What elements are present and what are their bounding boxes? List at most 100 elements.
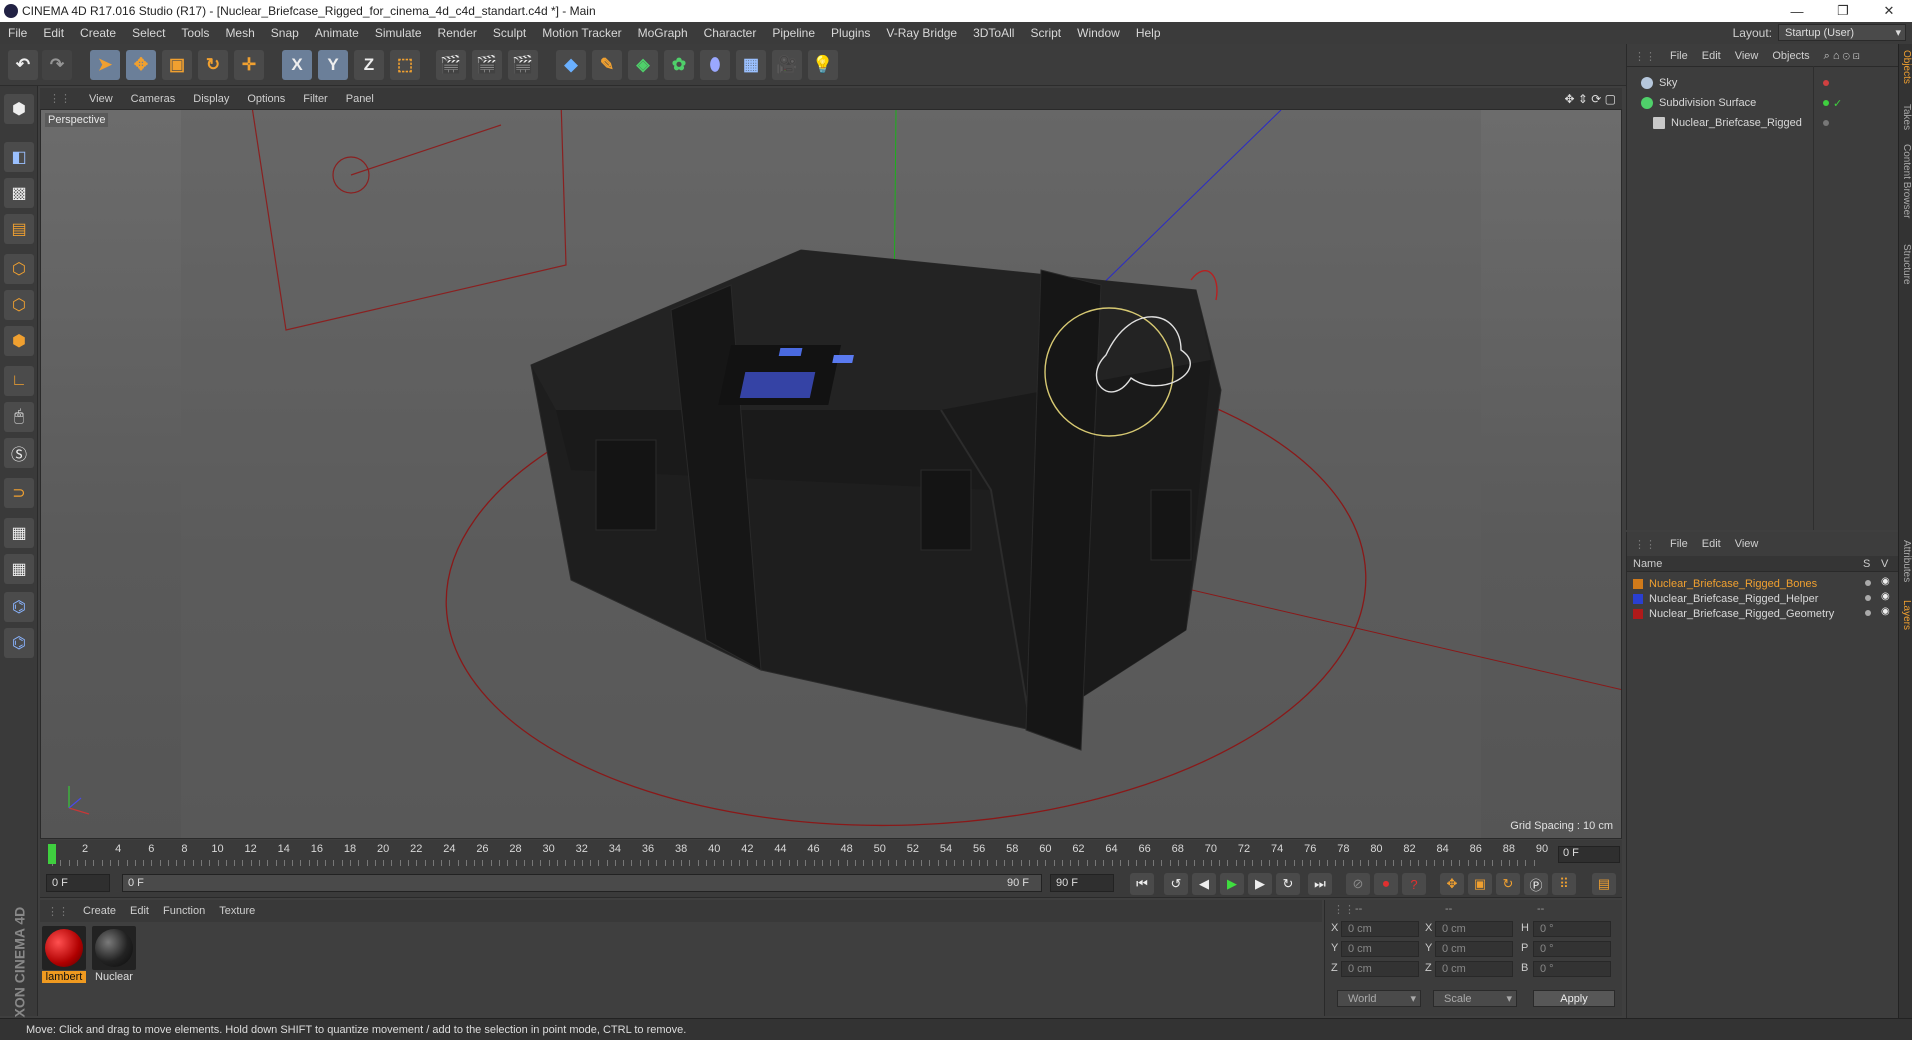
redo-button[interactable]: ↷ [42,50,72,80]
column-solo[interactable]: S [1863,558,1870,570]
tab-takes[interactable]: Takes [1900,104,1912,130]
viewport-menu-panel[interactable]: Panel [337,93,383,105]
material-menu-function[interactable]: Function [156,905,212,917]
render-picture-viewer-button[interactable]: 🎬 [472,50,502,80]
drag-handle-icon[interactable]: ⋮⋮ [40,92,80,105]
minimize-button[interactable]: — [1774,0,1820,22]
eye-icon[interactable]: ◉ [1881,591,1890,602]
deformer-button[interactable]: ⬮ [700,50,730,80]
menu-select[interactable]: Select [124,26,173,40]
menu-snap[interactable]: Snap [263,26,307,40]
layer-solo-toggle[interactable] [1865,610,1871,616]
start-frame-field[interactable]: 0 F [46,874,110,892]
mograph-cloner-button[interactable]: ✿ [664,50,694,80]
menu-animate[interactable]: Animate [307,26,367,40]
light-button[interactable]: 💡 [808,50,838,80]
render-visibility-dot[interactable] [1823,100,1829,106]
axis-mode-button[interactable]: ∟ [4,366,34,396]
scale-tool-button[interactable]: ▣ [162,50,192,80]
end-frame-field[interactable]: 90 F [1050,874,1114,892]
rotate-tool-button[interactable]: ↻ [198,50,228,80]
rotation-key-button[interactable]: ↻ [1496,873,1520,895]
size-y-field[interactable]: 0 cm [1435,941,1513,957]
go-to-next-key-button[interactable]: ↻ [1276,873,1300,895]
autokeying-button[interactable]: ⏺ [1374,873,1398,895]
python-script-button-2[interactable]: ⌬ [4,628,34,658]
drag-handle-icon[interactable]: ⋮⋮ [1627,50,1663,63]
z-axis-lock-button[interactable]: Z [354,50,384,80]
layer-color-swatch[interactable] [1633,578,1643,589]
layer-menu-file[interactable]: File [1663,538,1695,550]
render-view-button[interactable]: 🎬 [436,50,466,80]
pos-y-field[interactable]: 0 cm [1341,941,1419,957]
current-frame-field[interactable]: 0 F [1558,846,1620,863]
size-mode-select[interactable]: Scale ▾ [1433,990,1517,1007]
viewport-menu-cameras[interactable]: Cameras [122,93,185,105]
material-lambert[interactable]: lambert [42,926,86,983]
workplane-mode-button[interactable]: ▤ [4,214,34,244]
tab-structure[interactable]: Structure [1900,244,1912,285]
snap-button[interactable]: ⊃ [4,478,34,508]
menu-mograph[interactable]: MoGraph [630,26,696,40]
menu-motion-tracker[interactable]: Motion Tracker [534,26,629,40]
timeline-window-button[interactable]: ▤ [1592,873,1616,895]
playhead-marker[interactable] [48,844,56,864]
preview-range-slider[interactable]: 0 F 90 F [122,874,1042,892]
pos-z-field[interactable]: 0 cm [1341,961,1419,977]
go-to-start-button[interactable]: ⏮ [1130,873,1154,895]
scale-key-button[interactable]: ▣ [1468,873,1492,895]
go-to-end-button[interactable]: ⏭ [1308,873,1332,895]
layer-color-swatch[interactable] [1633,593,1643,604]
parameter-key-button[interactable]: Ⓟ [1524,873,1548,895]
subdivision-surface-button[interactable]: ◈ [628,50,658,80]
viewport-menu-filter[interactable]: Filter [294,93,336,105]
rot-h-field[interactable]: 0 ° [1533,921,1611,937]
timeline-ruler[interactable]: 0246810121416182022242628303234363840424… [40,840,1622,868]
texture-mode-button[interactable]: ▩ [4,178,34,208]
perspective-viewport[interactable]: Perspective Grid Spacing : 10 cm [40,109,1622,839]
undo-button[interactable]: ↶ [8,50,38,80]
keyframe-selection-button[interactable]: ? [1402,873,1426,895]
render-settings-button[interactable]: 🎬 [508,50,538,80]
viewport-menu-display[interactable]: Display [184,93,238,105]
drag-handle-icon[interactable]: ⋮⋮ [40,905,76,918]
menu-pipeline[interactable]: Pipeline [764,26,823,40]
move-tool-button[interactable]: ✥ [126,50,156,80]
go-to-previous-key-button[interactable]: ↺ [1164,873,1188,895]
menu-help[interactable]: Help [1128,26,1169,40]
viewport-menu-options[interactable]: Options [238,93,294,105]
menu-vray-bridge[interactable]: V-Ray Bridge [878,26,965,40]
layer-menu-view[interactable]: View [1728,538,1766,550]
apply-button[interactable]: Apply [1533,990,1615,1007]
layout-select[interactable]: Startup (User) ▾ [1778,24,1906,41]
point-level-key-button[interactable]: ⠿ [1552,873,1576,895]
layer-row-geometry[interactable]: Nuclear_Briefcase_Rigged_Geometry [1633,606,1834,621]
search-icon[interactable]: ⌕ ⌂ ⊙ ⊡ [1817,50,1867,63]
menu-render[interactable]: Render [430,26,485,40]
object-row-subdivision-surface[interactable]: Subdivision Surface [1641,94,1756,112]
cube-primitive-button[interactable]: ◆ [556,50,586,80]
points-mode-button[interactable]: ⬡ [4,254,34,284]
material-menu-texture[interactable]: Texture [212,905,262,917]
size-z-field[interactable]: 0 cm [1435,961,1513,977]
menu-create[interactable]: Create [72,26,124,40]
size-x-field[interactable]: 0 cm [1435,921,1513,937]
menu-simulate[interactable]: Simulate [367,26,430,40]
layer-solo-toggle[interactable] [1865,595,1871,601]
object-menu-objects[interactable]: Objects [1765,50,1816,62]
object-row-nuclear-briefcase-rigged[interactable]: Nuclear_Briefcase_Rigged [1653,114,1802,132]
workplane-lock-button[interactable]: ▦ [4,518,34,548]
layer-color-swatch[interactable] [1633,608,1643,619]
restore-button[interactable]: ❐ [1820,0,1866,22]
viewport-navigation-icons[interactable]: ✥ ⇕ ⟳ ▢ [1564,92,1616,106]
next-frame-button[interactable]: ▶ [1248,873,1272,895]
solo-button[interactable]: Ⓢ [4,438,34,468]
menu-tools[interactable]: Tools [173,26,217,40]
tweak-mode-button[interactable]: 🖱 [4,402,34,432]
y-axis-lock-button[interactable]: Y [318,50,348,80]
layer-row-helper[interactable]: Nuclear_Briefcase_Rigged_Helper [1633,591,1818,606]
workplane-align-button[interactable]: ▦ [4,554,34,584]
menu-mesh[interactable]: Mesh [217,26,262,40]
object-row-sky[interactable]: Sky [1641,74,1677,92]
pos-x-field[interactable]: 0 cm [1341,921,1419,937]
